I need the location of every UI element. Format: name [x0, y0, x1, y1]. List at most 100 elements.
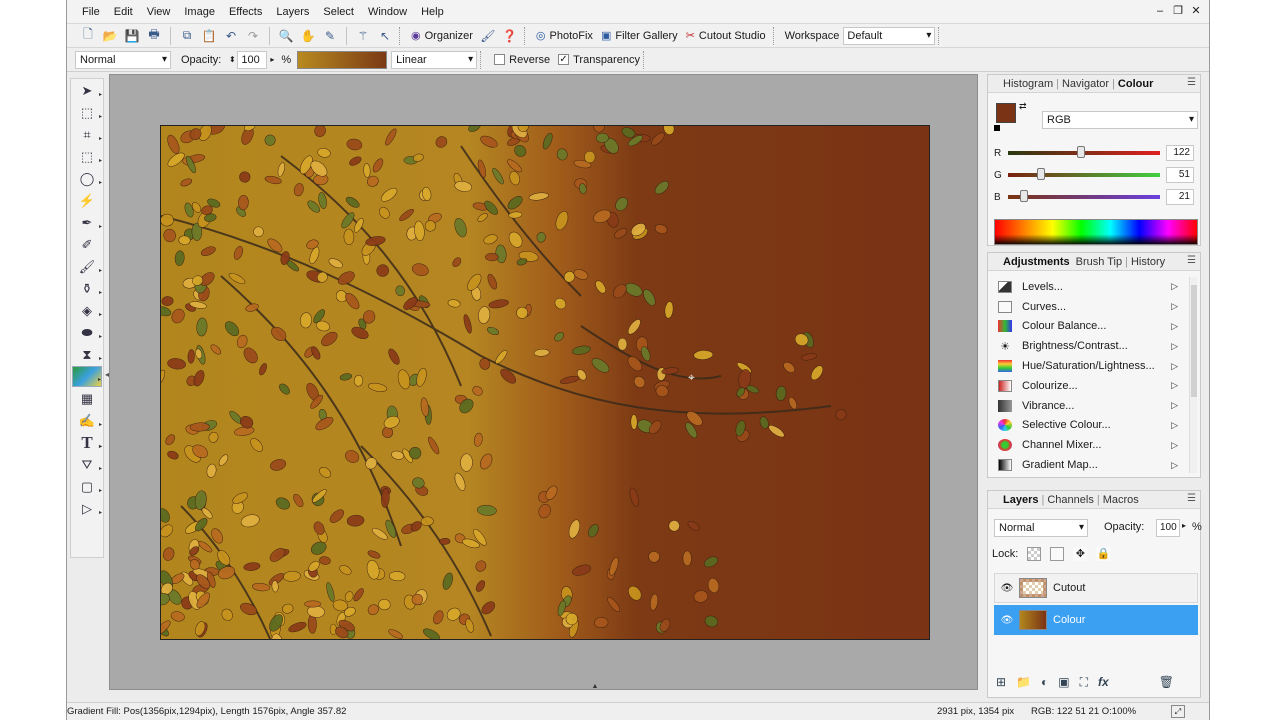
image-canvas[interactable]: ⌖ [160, 125, 930, 640]
new-group-icon[interactable]: 📁 [1016, 675, 1031, 690]
layer-opacity-slider-icon[interactable]: ▸ [1182, 521, 1186, 530]
colour-spectrum[interactable] [994, 219, 1198, 245]
tab-layers[interactable]: Layers [1000, 494, 1041, 506]
opacity-slider-icon[interactable]: ▸ [267, 55, 277, 64]
redo-icon[interactable]: ↷ [244, 27, 262, 45]
pointer-select-icon[interactable]: ↖ [376, 27, 394, 45]
eraser-tool-icon[interactable]: ◈ ▸ [72, 300, 102, 321]
menu-help[interactable]: Help [414, 0, 451, 24]
blue-slider-knob[interactable] [1019, 190, 1028, 202]
layer-style-icon[interactable]: ⛶ [1080, 675, 1088, 690]
copy-icon[interactable]: ⧉ [178, 27, 196, 45]
visibility-eye-icon[interactable]: 👁 [999, 583, 1015, 594]
workspace-select[interactable]: Default [843, 26, 936, 45]
open-folder-icon[interactable]: 📂 [101, 27, 119, 45]
fx-icon[interactable]: fx [1098, 675, 1109, 690]
gradient-type-select[interactable]: Linear [391, 50, 478, 69]
lock-all-icon[interactable]: 🔒 [1096, 547, 1111, 561]
menu-layers[interactable]: Layers [269, 0, 316, 24]
minimize-icon[interactable]: – [1153, 2, 1167, 20]
layer-colour[interactable]: 👁 Colour [994, 605, 1198, 635]
opacity-input[interactable]: 100 [237, 50, 268, 69]
crop-tool-icon[interactable]: ⌗ ▸ [72, 124, 102, 145]
reverse-checkbox[interactable] [494, 54, 506, 65]
blue-value-input[interactable]: 21 [1166, 189, 1194, 205]
menu-edit[interactable]: Edit [107, 0, 140, 24]
tab-navigator[interactable]: Navigator [1059, 78, 1112, 90]
tab-colour[interactable]: Colour [1115, 78, 1156, 90]
path-select-tool-icon[interactable]: ▷ ▸ [72, 498, 102, 519]
eyedropper-tool-icon[interactable]: ✐ [72, 234, 102, 255]
lock-transparency-icon[interactable] [1027, 547, 1042, 561]
print-icon[interactable]: 🖶 [145, 27, 163, 45]
mesh-warp-tool-icon[interactable]: ▦ [72, 388, 102, 409]
menu-select[interactable]: Select [316, 0, 361, 24]
rect-select-tool-icon[interactable]: ⬚ ▸ [72, 146, 102, 167]
apply-arrow-icon[interactable]: ▷ [1171, 460, 1178, 471]
resize-grip-icon[interactable]: ⤢ [1171, 705, 1185, 718]
swap-colours-icon[interactable]: ⇄ [1019, 101, 1027, 112]
gradient-preview[interactable] [297, 50, 388, 69]
workspace-scroll-handle[interactable]: ▲ [545, 683, 645, 690]
hand-icon[interactable]: ✋ [299, 27, 317, 45]
apply-arrow-icon[interactable]: ▷ [1171, 321, 1178, 332]
new-layer-icon[interactable]: ⊞ [996, 675, 1006, 690]
magic-wand-tool-icon[interactable]: ⚡ [72, 190, 102, 211]
toolbar-grip[interactable] [399, 26, 404, 45]
adjustment-colourize[interactable]: Colourize... ▷ [994, 376, 1186, 396]
panel-menu-icon[interactable]: ☰ [1187, 493, 1196, 504]
green-value-input[interactable]: 51 [1166, 167, 1194, 183]
blend-mode-select[interactable]: Normal [75, 50, 171, 69]
optbar-grip[interactable] [642, 50, 648, 69]
menu-effects[interactable]: Effects [222, 0, 269, 24]
clone-tool-icon[interactable]: ⚱ ▸ [72, 278, 102, 299]
apply-arrow-icon[interactable]: ▷ [1171, 301, 1178, 312]
adjustment-curves[interactable]: Curves... ▷ [994, 297, 1186, 317]
visibility-eye-icon[interactable]: 👁 [999, 615, 1015, 626]
apply-arrow-icon[interactable]: ▷ [1171, 380, 1178, 391]
dodge-tool-icon[interactable]: ⧗ ▸ [72, 344, 102, 365]
menu-file[interactable]: File [75, 0, 107, 24]
brush-tool-icon[interactable]: 🖌 ▸ [72, 256, 102, 277]
close-icon[interactable]: ✕ [1189, 2, 1203, 20]
toolbar-grip[interactable] [772, 26, 778, 45]
organizer-button[interactable]: ◉ Organizer [407, 29, 477, 43]
tab-brush-tip[interactable]: Brush Tip [1073, 256, 1125, 268]
adjustment-colour-balance[interactable]: Colour Balance... ▷ [994, 317, 1186, 337]
tab-channels[interactable]: Channels [1044, 494, 1096, 506]
photofix-button[interactable]: ◎ PhotoFix [532, 29, 597, 43]
gradient-tool-icon[interactable]: ▸ [72, 366, 102, 387]
green-slider-knob[interactable] [1036, 168, 1045, 180]
transparency-checkbox[interactable]: ✓ [558, 54, 570, 65]
lasso-tool-icon[interactable]: ◯ ▸ [72, 168, 102, 189]
adjustments-scroll-thumb[interactable] [1191, 285, 1197, 397]
opacity-spin-icon[interactable]: ⬍ [227, 55, 237, 64]
apply-arrow-icon[interactable]: ▷ [1171, 281, 1178, 292]
layer-opacity-input[interactable]: 100 [1156, 519, 1180, 537]
adjustment-selective-colour[interactable]: Selective Colour... ▷ [994, 416, 1186, 436]
foreground-colour-swatch[interactable] [996, 103, 1016, 123]
blue-slider[interactable] [1008, 190, 1160, 202]
panel-menu-icon[interactable]: ☰ [1187, 77, 1196, 88]
menu-image[interactable]: Image [177, 0, 222, 24]
new-file-icon[interactable]: 🗋 [79, 27, 97, 45]
adjustment-levels[interactable]: Levels... ▷ [994, 277, 1186, 297]
adjustment-layer-icon[interactable]: ◐ [1041, 675, 1048, 690]
eyedropper-icon[interactable]: ✎ [321, 27, 339, 45]
mask-icon[interactable]: ▣ [1058, 675, 1069, 690]
blur-tool-icon[interactable]: ⬬ ▸ [72, 322, 102, 343]
zoom-icon[interactable]: 🔍 [277, 27, 295, 45]
paste-icon[interactable]: 📋 [200, 27, 218, 45]
fill-tool-icon[interactable]: ⛛ ▸ [72, 454, 102, 475]
menu-window[interactable]: Window [361, 0, 414, 24]
colour-model-select[interactable]: RGB [1042, 111, 1198, 129]
move-tool-icon[interactable]: ➤ ▸ [72, 80, 102, 101]
undo-icon[interactable]: ↶ [222, 27, 240, 45]
smudge-tool-icon[interactable]: ✍ ▸ [72, 410, 102, 431]
text-tool-icon[interactable]: T ▸ [72, 432, 102, 453]
save-icon[interactable]: 💾 [123, 27, 141, 45]
toolbar-grip[interactable] [523, 26, 529, 45]
apply-arrow-icon[interactable]: ▷ [1171, 341, 1178, 352]
restore-icon[interactable]: ❐ [1171, 2, 1185, 20]
adjustment-vibrance[interactable]: Vibrance... ▷ [994, 396, 1186, 416]
